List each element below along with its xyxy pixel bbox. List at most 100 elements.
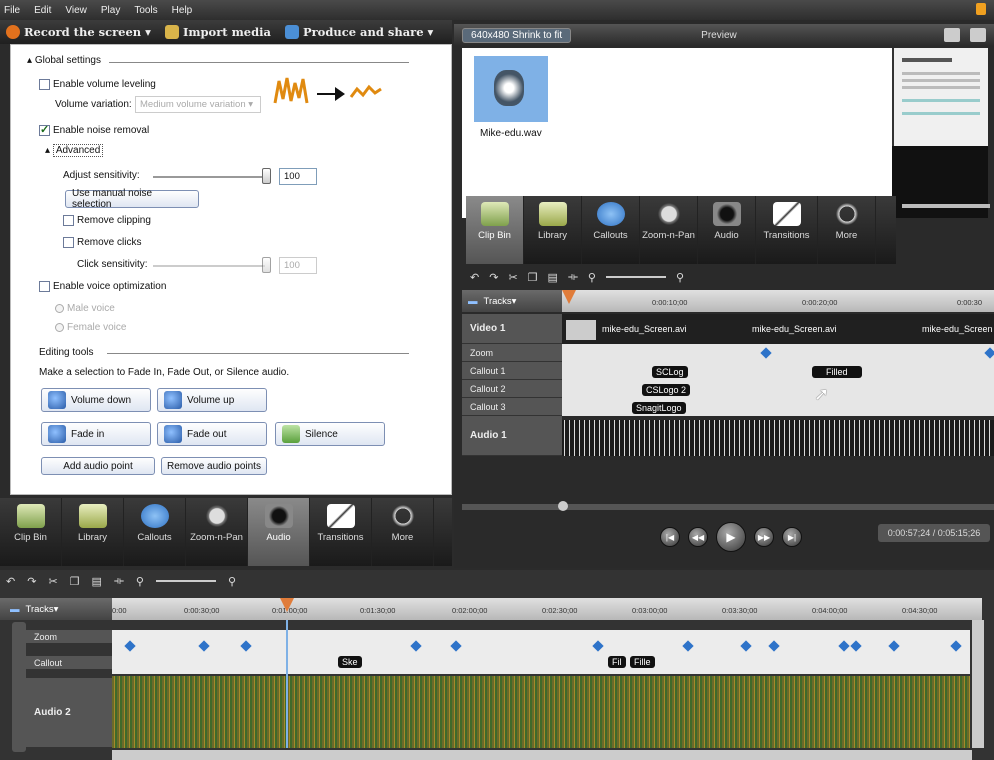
previous-icon[interactable]: |◀ [660,527,680,547]
manual-noise-selection-button[interactable]: Use manual noise selection [65,188,199,210]
zoom-slider[interactable] [155,580,216,582]
checkbox[interactable] [39,123,50,136]
remove-clicks-checkbox[interactable]: Remove clicks [63,237,141,248]
detach-icon[interactable] [970,28,986,42]
zoom-slider[interactable] [605,276,666,278]
tracks-header[interactable]: ▬ Tracks ▾ [462,290,562,312]
split-icon[interactable]: ⟛ [114,575,124,588]
record-screen-button[interactable]: Record the screen ▾ [6,25,151,39]
checkbox[interactable] [63,215,74,226]
tab-library[interactable]: Library [524,196,582,264]
video-clip-3[interactable]: mike-edu_Screen [922,324,993,334]
menu-tools[interactable]: Tools [134,5,157,16]
video-clip-1[interactable]: mike-edu_Screen.avi [602,324,687,334]
playhead-marker[interactable] [562,290,576,304]
tab-audio[interactable]: Audio [248,498,310,566]
produce-share-button[interactable]: Produce and share ▾ [284,25,433,39]
track-callout-3[interactable]: Callout 3 [462,398,562,416]
voice-optimization-checkbox[interactable]: Enable voice optimization [39,281,166,292]
radio[interactable] [55,303,64,313]
track-video-1[interactable]: Video 1 [462,314,562,344]
fade-out-button[interactable]: Fade out [157,422,267,446]
male-voice-radio[interactable]: Male voice [55,303,115,314]
tab-library[interactable]: Library [62,498,124,566]
click-sensitivity-slider[interactable] [153,265,265,267]
tracks-header[interactable]: ▬ Tracks ▾ [0,598,112,620]
preview-scrubber[interactable] [902,204,990,208]
menu-view[interactable]: View [65,5,87,16]
sensitivity-slider[interactable] [153,176,265,178]
copy-icon[interactable]: ❐ [70,575,80,588]
menu-play[interactable]: Play [101,5,120,16]
advanced-toggle[interactable]: ▴ Advanced [45,144,104,157]
callout-clip[interactable]: Filled [812,366,862,378]
click-sensitivity-input[interactable]: 100 [279,257,317,274]
cut-icon[interactable]: ✂ [48,575,57,588]
track-callout-2[interactable]: Callout 2 [462,380,562,398]
checkbox[interactable] [63,237,74,248]
add-audio-point-button[interactable]: Add audio point [41,457,155,475]
vertical-scrollbar[interactable] [972,620,984,748]
tab-clip-bin[interactable]: Clip Bin [466,196,524,264]
track-lock-handle[interactable] [12,622,26,752]
zoom-keyframe[interactable] [760,347,772,359]
audio-clip-thumbnail[interactable] [474,56,548,122]
video-clip-2[interactable]: mike-edu_Screen.avi [752,324,837,334]
split-icon[interactable]: ⟛ [568,271,578,284]
tab-more[interactable]: More [818,196,876,264]
track-callout-1[interactable]: Callout 1 [462,362,562,380]
radio[interactable] [55,322,64,332]
zoom-keyframe[interactable] [984,347,994,359]
undo-icon[interactable]: ↶ [470,271,479,284]
playback-progress[interactable] [462,501,994,511]
undo-icon[interactable]: ↶ [6,575,15,588]
audio-1-waveform[interactable] [562,420,994,456]
paste-icon[interactable]: ▤ [548,271,558,284]
track-zoom[interactable]: Zoom [462,344,562,362]
zoom-out-icon[interactable]: ⚲ [136,575,144,588]
paste-icon[interactable]: ▤ [92,575,102,588]
fast-forward-icon[interactable]: ▶▶ [754,527,774,547]
sensitivity-input[interactable]: 100 [279,168,317,185]
callout-clip[interactable]: CSLogo 2 [642,384,691,396]
audio-2-waveform[interactable] [112,676,970,748]
zoom-out-icon[interactable]: ⚲ [588,271,596,284]
redo-icon[interactable]: ↷ [489,271,498,284]
checkbox[interactable] [39,281,50,292]
callout-clip[interactable]: SnagitLogo [632,402,686,414]
cut-icon[interactable]: ✂ [508,271,517,284]
volume-variation-select[interactable]: Medium volume variation ▾ [135,96,261,113]
timeline-ruler[interactable]: 0:00 0:00:30;00 0:01:00;00 0:01:30;00 0:… [112,598,982,620]
click-sensitivity-thumb[interactable] [262,257,271,273]
callout-clip[interactable]: Fille [630,656,655,668]
tab-zoom-n-pan[interactable]: Zoom-n-Pan [186,498,248,566]
horizontal-scrollbar[interactable] [112,750,972,760]
volume-up-button[interactable]: Volume up [157,388,267,412]
import-media-button[interactable]: Import media [164,25,271,39]
tab-clip-bin[interactable]: Clip Bin [0,498,62,566]
noise-removal-checkbox[interactable]: Enable noise removal [39,123,149,136]
zoom-in-icon[interactable]: ⚲ [676,271,684,284]
track-audio-1[interactable]: Audio 1 [462,416,562,456]
tab-callouts[interactable]: Callouts [124,498,186,566]
silence-button[interactable]: Silence [275,422,385,446]
checkbox[interactable] [39,79,50,90]
fade-in-button[interactable]: Fade in [41,422,151,446]
sensitivity-slider-thumb[interactable] [262,168,271,184]
zoom-in-icon[interactable]: ⚲ [228,575,236,588]
tab-zoom-n-pan[interactable]: Zoom-n-Pan [640,196,698,264]
tab-callouts[interactable]: Callouts [582,196,640,264]
redo-icon[interactable]: ↷ [27,575,36,588]
track-zoom[interactable]: Zoom [26,630,112,644]
callout-clip[interactable]: Fil [608,656,626,668]
menu-edit[interactable]: Edit [34,5,51,16]
tab-more[interactable]: More [372,498,434,566]
menu-file[interactable]: File [4,5,20,16]
next-icon[interactable]: ▶| [782,527,802,547]
callout-clip[interactable]: SCLog [652,366,688,378]
remove-audio-points-button[interactable]: Remove audio points [161,457,267,475]
female-voice-radio[interactable]: Female voice [55,322,126,333]
dimensions-dropdown[interactable]: 640x480 Shrink to fit [462,27,572,43]
tab-audio[interactable]: Audio [698,196,756,264]
track-callout[interactable]: Callout [26,656,112,670]
